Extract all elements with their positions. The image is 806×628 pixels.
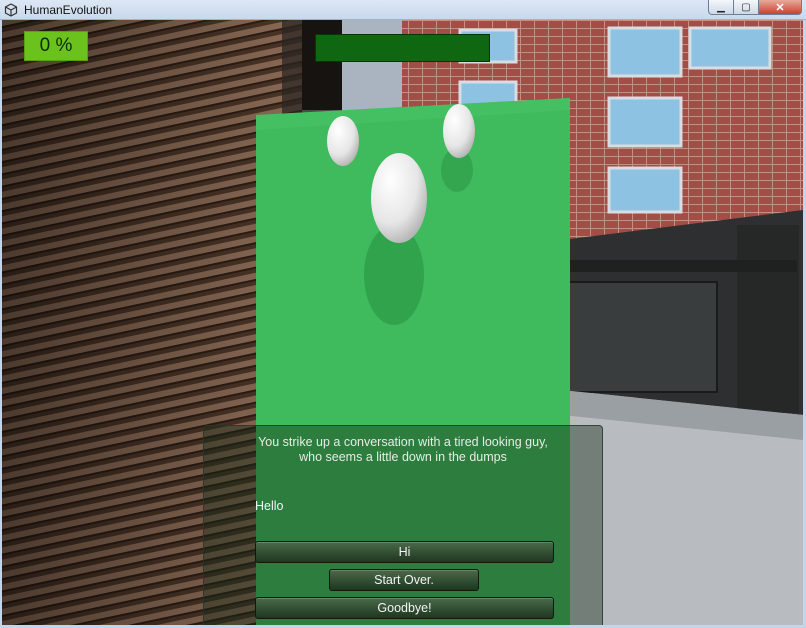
maximize-button[interactable]: ▢	[734, 0, 759, 15]
progress-badge: 0 %	[24, 31, 88, 61]
health-bar-fill	[316, 35, 489, 61]
maximize-icon: ▢	[741, 1, 751, 13]
choice-goodbye-button[interactable]: Goodbye!	[255, 597, 554, 619]
close-icon: ✕	[775, 1, 785, 14]
choice-label: Hi	[398, 545, 411, 559]
narration-line-2: who seems a little down in the dumps	[299, 450, 507, 464]
unity-logo-icon	[4, 3, 18, 17]
health-bar	[315, 34, 490, 62]
close-button[interactable]: ✕	[759, 0, 802, 15]
dialogue-panel: You strike up a conversation with a tire…	[203, 425, 603, 625]
choice-label: Goodbye!	[377, 601, 432, 615]
choice-label: Start Over.	[374, 573, 434, 587]
progress-label: 0 %	[39, 35, 73, 56]
choice-hi-button[interactable]: Hi	[255, 541, 554, 563]
npc-dialogue-line: Hello	[255, 499, 284, 513]
narration-text: You strike up a conversation with a tire…	[204, 435, 602, 465]
start-over-button[interactable]: Start Over.	[329, 569, 479, 591]
window-title: HumanEvolution	[24, 3, 113, 17]
window-titlebar[interactable]: HumanEvolution ▁ ▢ ✕	[0, 0, 806, 20]
minimize-button[interactable]: ▁	[708, 0, 734, 15]
game-viewport[interactable]: 0 % You strike up a conversation with a …	[2, 20, 803, 625]
narration-line-1: You strike up a conversation with a tire…	[258, 435, 548, 449]
minimize-icon: ▁	[717, 1, 725, 13]
